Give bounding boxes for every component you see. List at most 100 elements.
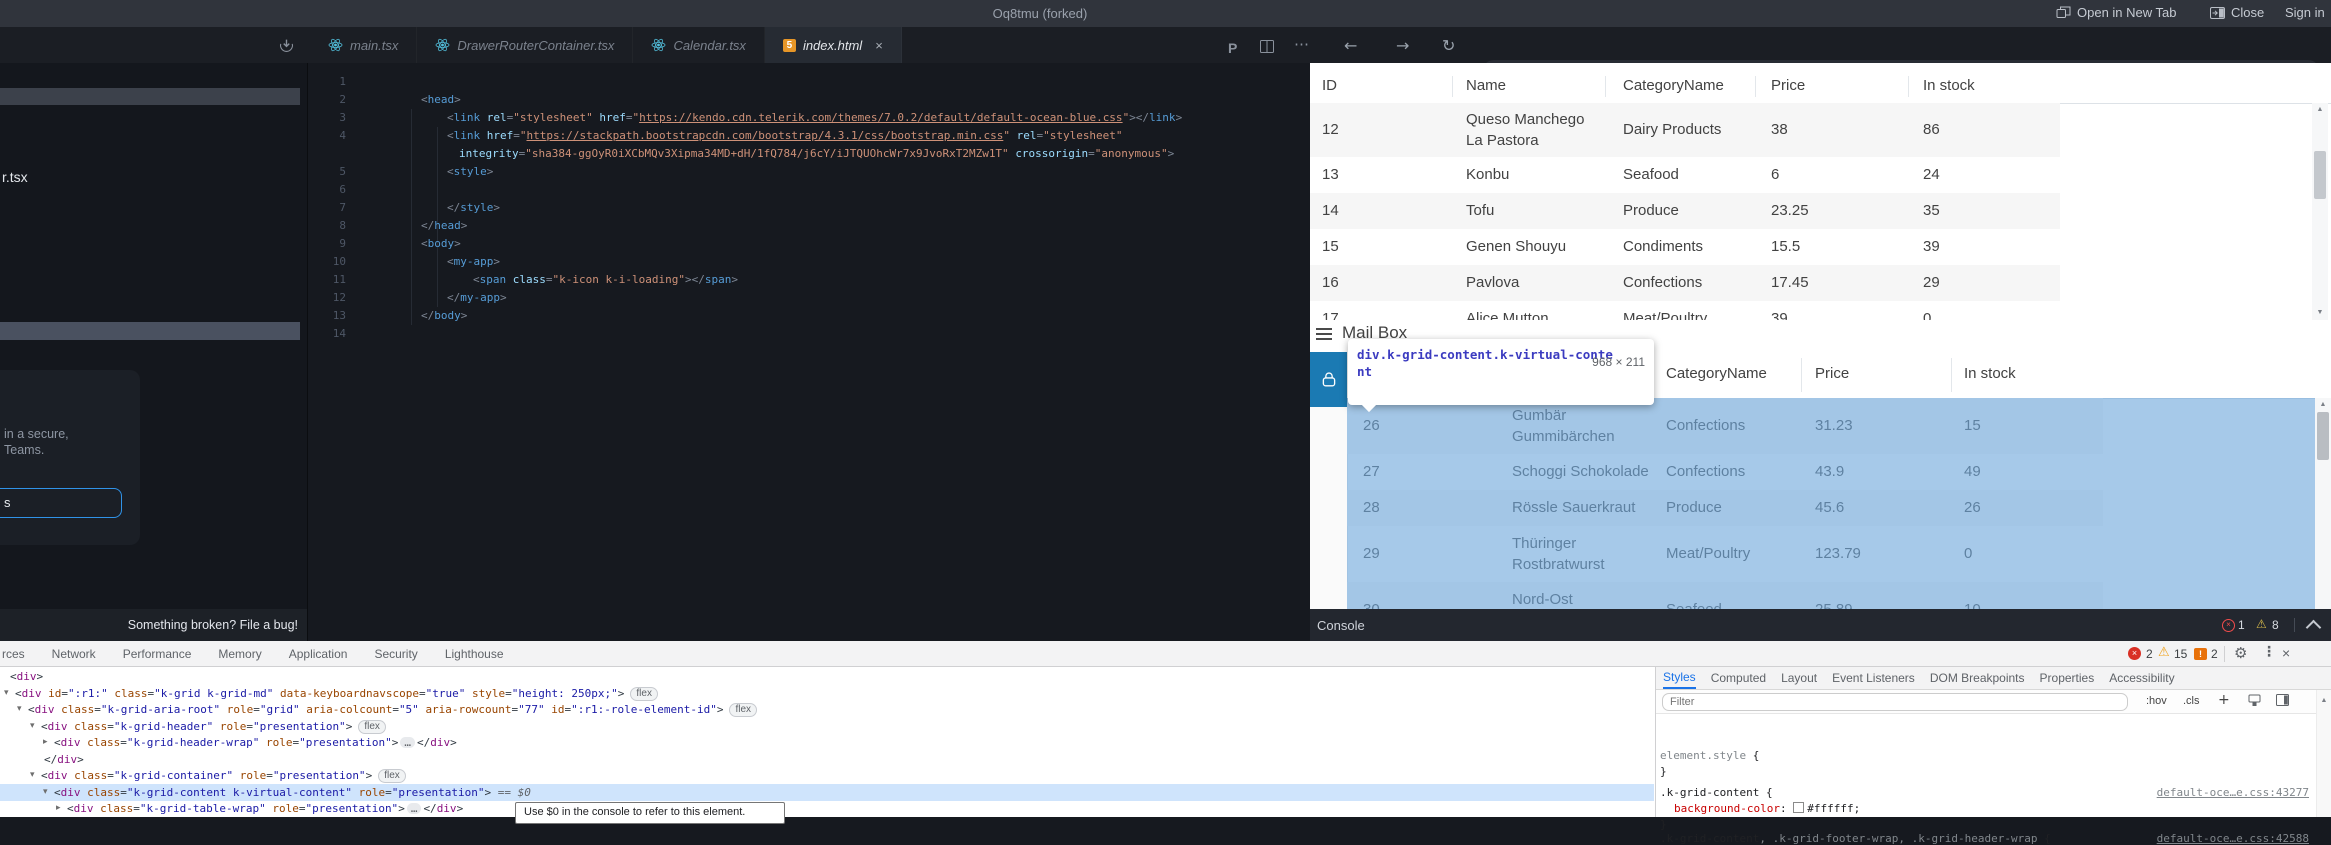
collapse-node-icon[interactable]: ▾ (30, 767, 35, 784)
collapse-node-icon[interactable]: ▾ (30, 718, 35, 735)
devtools-issues-icon[interactable]: ! (2194, 648, 2207, 660)
stylesheet-link[interactable]: default-oce…e.css:43277 (2157, 786, 2309, 799)
close-project-button[interactable]: Close (2210, 5, 2264, 20)
refresh-icon[interactable]: ↻ (1442, 36, 1455, 55)
promo-button[interactable]: s (0, 488, 122, 518)
devtools-tab-Application[interactable]: Application (289, 647, 348, 661)
table-row[interactable]: 14TofuProduce23.2535 (1310, 193, 2331, 229)
flex-badge[interactable]: flex (378, 769, 406, 783)
devtools-warning-icon[interactable]: ⚠ (2158, 645, 2170, 660)
dom-tree-node[interactable]: <div> (0, 668, 1654, 685)
collapse-node-icon[interactable]: ▾ (43, 784, 48, 801)
scroll-down-icon[interactable]: ▼ (2312, 306, 2328, 320)
dom-tree-node[interactable]: ▾<div class="k-grid-content k-virtual-co… (0, 784, 1654, 801)
expand-console-icon[interactable] (2306, 620, 2322, 636)
new-style-rule-icon[interactable]: + (2218, 692, 2230, 708)
editor-tab-index.html[interactable]: 5index.html× (765, 27, 902, 63)
scroll-up-icon[interactable]: ▲ (2317, 694, 2331, 708)
code-line[interactable]: 9<body> (308, 235, 1308, 253)
dom-tree-node[interactable]: ▾<div class="k-grid-container" role="pre… (0, 767, 1654, 784)
dom-tree-node[interactable]: ▾<div id=":r1:" class="k-grid k-grid-md"… (0, 685, 1654, 702)
column-header[interactable]: In stock (1923, 77, 1975, 94)
style-rule[interactable]: background-color: #ffffff; (1674, 802, 1860, 815)
devtools-tab-Lighthouse[interactable]: Lighthouse (445, 647, 504, 661)
column-header[interactable]: ID (1322, 77, 1337, 94)
download-project-icon[interactable] (278, 37, 295, 59)
dom-tree-node[interactable]: </div> (0, 751, 1654, 768)
devtools-tab-Network[interactable]: Network (52, 647, 96, 661)
column-header[interactable]: Price (1771, 77, 1805, 94)
styles-filter-input[interactable] (1662, 693, 2128, 711)
style-rule[interactable]: .k-grid-content { (1660, 786, 1773, 799)
styles-tab-Layout[interactable]: Layout (1781, 668, 1817, 688)
preview-console-bar[interactable]: Console × 1 ⚠ 8 (1310, 609, 2331, 641)
code-line[interactable]: 4<link href="https://stackpath.bootstrap… (308, 127, 1308, 145)
code-editor[interactable]: 12<head>3<link rel="stylesheet" href="ht… (307, 63, 1311, 641)
menu-icon[interactable] (1316, 328, 1332, 330)
editor-tab-Calendar.tsx[interactable]: Calendar.tsx (633, 27, 765, 63)
code-line[interactable]: 12</my-app> (308, 289, 1308, 307)
table-row[interactable]: 13KonbuSeafood624 (1310, 157, 2331, 193)
close-tab-icon[interactable]: × (875, 38, 883, 53)
split-editor-icon[interactable] (1260, 40, 1274, 58)
expand-children-icon[interactable]: … (400, 737, 415, 748)
code-line[interactable]: 7</style> (308, 199, 1308, 217)
file-row-selected[interactable] (0, 322, 300, 340)
code-line[interactable]: 14 (308, 325, 1308, 343)
code-line[interactable]: 5<style> (308, 163, 1308, 181)
column-header[interactable]: Price (1815, 365, 1849, 382)
code-line[interactable]: 2<head> (308, 91, 1308, 109)
code-line[interactable]: 13</body> (308, 307, 1308, 325)
drawer-item-mail[interactable] (1310, 352, 1347, 407)
dock-panel-icon[interactable] (2276, 694, 2289, 709)
class-toggle[interactable]: .cls (2183, 695, 2200, 707)
open-in-new-tab-button[interactable]: Open in New Tab (2056, 5, 2177, 20)
expand-node-icon[interactable]: ▸ (56, 800, 61, 817)
table-row[interactable]: 12Queso ManchegoLa PastoraDairy Products… (1310, 103, 2331, 157)
dom-tree-node[interactable]: ▾<div class="k-grid-header" role="presen… (0, 718, 1654, 735)
file-tree-item[interactable]: r.tsx (2, 169, 28, 185)
editor-tab-main.tsx[interactable]: main.tsx (310, 27, 417, 63)
styles-tab-Accessibility[interactable]: Accessibility (2109, 668, 2174, 688)
scroll-up-icon[interactable]: ▲ (2315, 398, 2331, 412)
settings-gear-icon[interactable]: ⚙ (2234, 644, 2247, 662)
more-options-icon[interactable]: ⋮ (2262, 644, 2276, 660)
styles-tab-Event Listeners[interactable]: Event Listeners (1832, 668, 1915, 688)
sign-in-button[interactable]: Sign in (2285, 5, 2325, 20)
code-line[interactable]: 6 (308, 181, 1308, 199)
stylesheet-link[interactable]: default-oce…e.css:42588 (2157, 832, 2309, 845)
devtools-tab-Security[interactable]: Security (374, 647, 417, 661)
dom-tree-node[interactable]: ▾<div class="k-grid-aria-root" role="gri… (0, 701, 1654, 718)
code-line[interactable]: 11<span class="k-icon k-i-loading"></spa… (308, 271, 1308, 289)
column-header[interactable]: CategoryName (1666, 365, 1767, 382)
code-line[interactable]: 1 (308, 73, 1308, 91)
code-line[interactable]: 10<my-app> (308, 253, 1308, 271)
devtools-tab-Performance[interactable]: Performance (123, 647, 192, 661)
devtools-tab-rces[interactable]: rces (2, 647, 25, 661)
forward-icon[interactable]: → (1396, 36, 1409, 55)
dom-tree-node[interactable]: ▸<div class="k-grid-header-wrap" role="p… (0, 734, 1654, 751)
editor-tab-DrawerRouterContainer.tsx[interactable]: DrawerRouterContainer.tsx (417, 27, 633, 63)
column-header[interactable]: Name (1466, 77, 1506, 94)
dom-tree-node[interactable]: ▸<div class="k-grid-table-wrap" role="pr… (0, 800, 1654, 817)
table-row[interactable]: 16PavlovaConfections17.4529 (1310, 265, 2331, 301)
scrollbar-thumb[interactable] (2317, 412, 2329, 460)
expand-children-icon[interactable]: … (407, 803, 422, 814)
back-icon[interactable]: ← (1344, 36, 1357, 55)
collapse-node-icon[interactable]: ▾ (17, 701, 22, 718)
styles-tab-DOM Breakpoints[interactable]: DOM Breakpoints (1930, 668, 2025, 688)
collapse-node-icon[interactable]: ▾ (4, 685, 9, 702)
style-rule[interactable]: } (1660, 765, 1667, 778)
styles-scrollbar[interactable]: ▲ (2316, 690, 2331, 817)
prettier-icon[interactable]: P (1228, 40, 1237, 56)
table-row[interactable]: 17Alice MuttonMeat/Poultry390 (1310, 301, 2331, 320)
style-rule[interactable]: .k-grid-content, .k-grid-footer-wrap, .k… (1660, 832, 2051, 845)
column-header[interactable]: CategoryName (1623, 77, 1724, 94)
more-actions-icon[interactable]: ⋯ (1294, 35, 1310, 53)
table-row[interactable]: 15Genen ShouyuCondiments15.539 (1310, 229, 2331, 265)
scroll-up-icon[interactable]: ▲ (2312, 103, 2328, 117)
code-line[interactable]: 3<link rel="stylesheet" href="https://ke… (308, 109, 1308, 127)
styles-tab-Computed[interactable]: Computed (1711, 668, 1766, 688)
devtools-error-icon[interactable]: × (2128, 647, 2141, 660)
grid1-scrollbar[interactable]: ▲ ▼ (2312, 103, 2328, 320)
